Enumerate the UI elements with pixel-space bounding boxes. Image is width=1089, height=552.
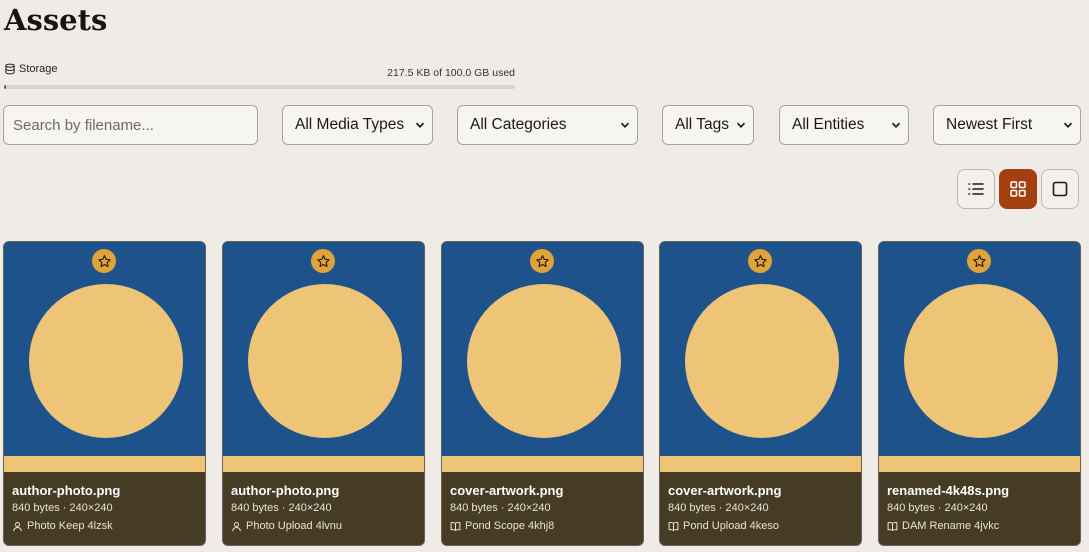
entities-select[interactable]: All Entities [779, 105, 909, 145]
list-view-button[interactable] [957, 169, 995, 209]
category-select[interactable]: All Categories [457, 105, 638, 145]
storage-meter: Storage 217.5 KB of 100.0 GB used [4, 63, 515, 89]
asset-meta: cover-artwork.png 840 bytes · 240×240 Po… [660, 472, 861, 545]
asset-thumbnail[interactable] [442, 242, 643, 472]
asset-thumbnail[interactable] [879, 242, 1080, 472]
asset-entity[interactable]: Pond Upload 4keso [668, 519, 855, 533]
asset-entity-label: Pond Upload 4keso [683, 520, 780, 532]
thumbnail-band [4, 456, 205, 472]
favorite-button[interactable] [311, 249, 335, 273]
star-icon [316, 254, 330, 267]
asset-entity[interactable]: Pond Scope 4khj8 [450, 519, 637, 533]
star-icon [753, 254, 767, 267]
asset-filename: author-photo.png [231, 483, 340, 498]
category-select-value: All Categories [470, 116, 567, 133]
storage-label: Storage [19, 63, 58, 75]
asset-meta: renamed-4k48s.png 840 bytes · 240×240 DA… [879, 472, 1080, 545]
media-type-select[interactable]: All Media Types [282, 105, 433, 145]
star-icon [97, 254, 111, 267]
asset-details: 840 bytes · 240×240 [450, 502, 551, 514]
asset-card[interactable]: author-photo.png 840 bytes · 240×240 Pho… [222, 241, 425, 546]
asset-entity-label: Pond Scope 4khj8 [465, 520, 555, 532]
page-title: Assets [4, 3, 108, 37]
asset-details: 840 bytes · 240×240 [231, 502, 332, 514]
asset-entity-label: Photo Keep 4lzsk [27, 520, 113, 532]
large-view-button[interactable] [1041, 169, 1079, 209]
asset-thumbnail[interactable] [4, 242, 205, 472]
book-icon [668, 521, 679, 531]
chevron-down-icon [1063, 122, 1073, 129]
grid-icon [1010, 181, 1026, 197]
asset-card[interactable]: renamed-4k48s.png 840 bytes · 240×240 DA… [878, 241, 1081, 546]
thumbnail-circle [248, 284, 402, 438]
thumbnail-band [442, 456, 643, 472]
asset-card[interactable]: author-photo.png 840 bytes · 240×240 Pho… [3, 241, 206, 546]
thumbnail-circle [467, 284, 621, 438]
asset-details: 840 bytes · 240×240 [887, 502, 988, 514]
database-icon [5, 63, 15, 75]
asset-entity-label: Photo Upload 4lvnu [246, 520, 343, 532]
star-icon [972, 254, 986, 267]
favorite-button[interactable] [530, 249, 554, 273]
chevron-down-icon [620, 122, 630, 129]
asset-card[interactable]: cover-artwork.png 840 bytes · 240×240 Po… [659, 241, 862, 546]
asset-entity[interactable]: Photo Keep 4lzsk [12, 519, 199, 533]
tags-select[interactable]: All Tags [662, 105, 754, 145]
chevron-down-icon [891, 122, 901, 129]
asset-filename: author-photo.png [12, 483, 121, 498]
thumbnail-band [879, 456, 1080, 472]
thumbnail-circle [904, 284, 1058, 438]
assets-page: Assets Storage 217.5 KB of 100.0 GB used… [0, 0, 1089, 552]
thumbnail-band [223, 456, 424, 472]
asset-meta: author-photo.png 840 bytes · 240×240 Pho… [223, 472, 424, 545]
sort-select[interactable]: Newest First [933, 105, 1081, 145]
asset-details: 840 bytes · 240×240 [12, 502, 113, 514]
asset-entity[interactable]: DAM Rename 4jvkc [887, 519, 1074, 533]
favorite-button[interactable] [967, 249, 991, 273]
grid-view-button[interactable] [999, 169, 1037, 209]
chevron-down-icon [736, 122, 746, 129]
thumbnail-band [660, 456, 861, 472]
entities-select-value: All Entities [792, 116, 865, 133]
media-type-select-value: All Media Types [295, 116, 405, 133]
sort-select-value: Newest First [946, 116, 1033, 133]
asset-entity[interactable]: Photo Upload 4lvnu [231, 519, 418, 533]
asset-meta: cover-artwork.png 840 bytes · 240×240 Po… [442, 472, 643, 545]
asset-filename: cover-artwork.png [668, 483, 782, 498]
book-icon [450, 521, 461, 531]
book-icon [887, 521, 898, 531]
star-icon [535, 254, 549, 267]
asset-card[interactable]: cover-artwork.png 840 bytes · 240×240 Po… [441, 241, 644, 546]
thumbnail-circle [29, 284, 183, 438]
favorite-button[interactable] [92, 249, 116, 273]
favorite-button[interactable] [748, 249, 772, 273]
storage-used-text: 217.5 KB of 100.0 GB used [387, 67, 515, 79]
list-icon [968, 183, 984, 195]
person-icon [232, 521, 241, 531]
asset-meta: author-photo.png 840 bytes · 240×240 Pho… [4, 472, 205, 545]
asset-thumbnail[interactable] [660, 242, 861, 472]
asset-filename: cover-artwork.png [450, 483, 564, 498]
person-icon [13, 521, 22, 531]
asset-filename: renamed-4k48s.png [887, 483, 1010, 498]
search-input[interactable] [3, 105, 258, 145]
asset-thumbnail[interactable] [223, 242, 424, 472]
view-mode-toggle [957, 169, 1079, 209]
tags-select-value: All Tags [675, 116, 729, 133]
square-icon [1052, 181, 1068, 197]
storage-progress-bar [4, 85, 515, 89]
storage-progress-fill [4, 85, 6, 89]
filter-bar: All Media Types All Categories All Tags … [0, 105, 1089, 145]
thumbnail-circle [685, 284, 839, 438]
chevron-down-icon [415, 122, 425, 129]
storage-label-group: Storage [4, 63, 58, 75]
asset-entity-label: DAM Rename 4jvkc [902, 520, 1000, 532]
asset-details: 840 bytes · 240×240 [668, 502, 769, 514]
